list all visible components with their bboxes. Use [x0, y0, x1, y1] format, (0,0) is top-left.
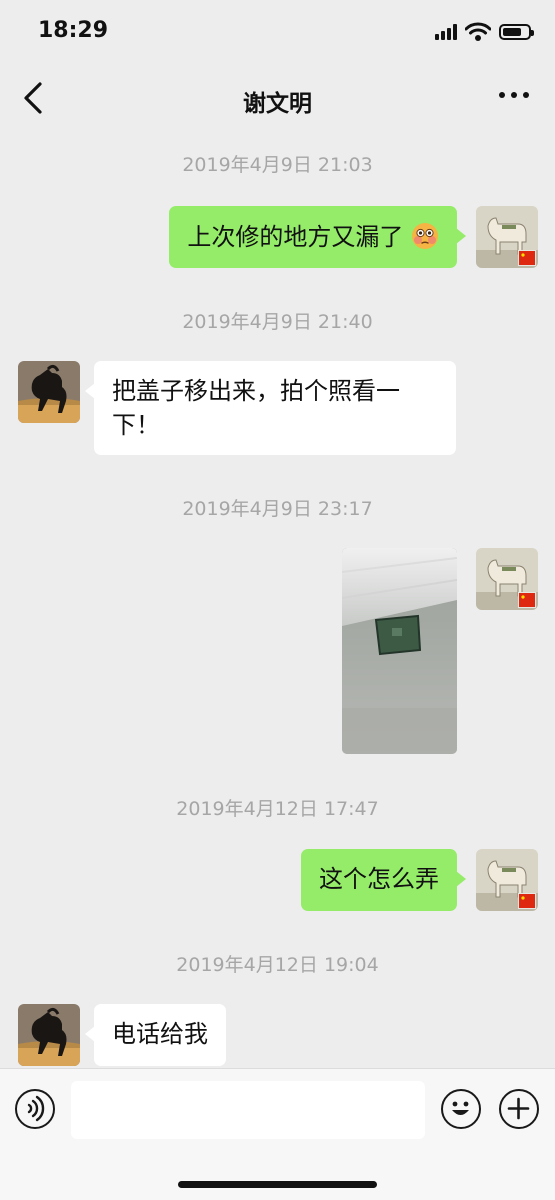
more-options-icon[interactable]: [499, 92, 529, 102]
incoming-message-bubble[interactable]: 电话给我: [85, 1004, 226, 1066]
my-avatar[interactable]: [476, 548, 538, 610]
message-timestamp: 2019年4月12日 17:47: [176, 798, 379, 820]
smiley-icon: [452, 1101, 469, 1115]
message-text: 上次修的地方又漏了: [187, 223, 404, 251]
message-text: 电话给我: [112, 1020, 208, 1048]
message-text-line: 把盖子移出来，拍个照看一: [112, 377, 400, 405]
my-avatar[interactable]: [476, 206, 538, 268]
message-timestamp: 2019年4月9日 21:40: [182, 311, 373, 333]
wifi-icon: [465, 22, 491, 41]
plus-icon: [507, 1097, 530, 1120]
flushed-face-emoji-icon: [412, 223, 438, 249]
cellular-signal-icon: [435, 24, 457, 40]
emoji-picker-button[interactable]: [441, 1089, 481, 1129]
message-text: 这个怎么弄: [319, 865, 439, 893]
message-text-line: 下！: [112, 411, 160, 439]
more-functions-button[interactable]: [499, 1089, 539, 1129]
battery-icon: [499, 24, 534, 40]
message-input[interactable]: [71, 1081, 425, 1139]
message-timestamp: 2019年4月9日 23:17: [182, 498, 373, 520]
status-bar: 18:29: [0, 0, 555, 64]
status-time: 18:29: [38, 18, 109, 43]
voice-icon: [27, 1095, 45, 1122]
home-indicator: [178, 1181, 377, 1188]
my-avatar[interactable]: [476, 849, 538, 911]
outgoing-message-bubble[interactable]: 上次修的地方又漏了: [169, 206, 466, 268]
chat-header: 谢文明: [0, 64, 555, 132]
status-icons: [435, 20, 534, 44]
incoming-message-bubble[interactable]: 把盖子移出来，拍个照看一 下！: [85, 361, 456, 455]
outgoing-message-bubble[interactable]: 这个怎么弄: [301, 849, 466, 911]
contact-name-title: 谢文明: [243, 91, 312, 117]
contact-avatar[interactable]: [18, 1004, 80, 1066]
message-timestamp: 2019年4月12日 19:04: [176, 954, 379, 976]
message-input-bar: [0, 1068, 555, 1200]
message-timestamp: 2019年4月9日 21:03: [182, 154, 373, 176]
outgoing-image-message[interactable]: [342, 548, 457, 754]
voice-input-button[interactable]: [15, 1089, 55, 1129]
contact-avatar[interactable]: [18, 361, 80, 423]
chat-screen: 18:29 谢文明 2019年4月9日 21:03 上次修的地方又漏了 2019…: [0, 0, 555, 1200]
